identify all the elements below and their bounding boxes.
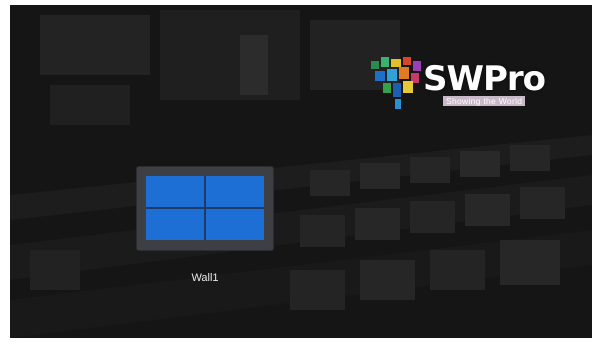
wall-label[interactable]: Wall1 <box>137 272 273 284</box>
world-map-icon <box>371 57 421 109</box>
wall-cell <box>206 176 264 207</box>
brand-tagline: Showing the World <box>443 96 526 106</box>
wall-cell <box>146 209 204 240</box>
wall-layout-preview <box>146 176 264 240</box>
swpro-logo: SWPro Showing the World <box>365 53 546 115</box>
wall-cell <box>146 176 204 207</box>
brand-name: SWPro <box>423 59 546 99</box>
wall-selection-screen: SWPro Showing the World Wall1 <box>10 5 592 338</box>
wall-cell <box>206 209 264 240</box>
wall-tile[interactable] <box>137 167 273 250</box>
